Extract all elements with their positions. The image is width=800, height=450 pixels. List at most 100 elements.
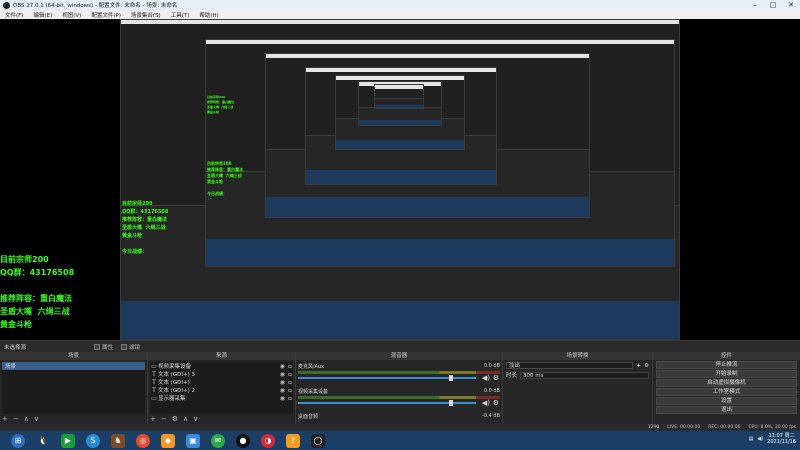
sources-toolbar: + − ⚙ ∧ ∨ <box>150 415 198 423</box>
controls-dock: 控件 停止推流 开始录制 启动虚拟摄像机 工作室模式 设置 退出 <box>653 352 800 424</box>
video-icon[interactable]: ◑ <box>261 433 275 448</box>
properties-button[interactable]: 属性 <box>94 343 113 351</box>
channel-name: 桌面音频 <box>298 414 319 420</box>
channel-db: 0.0 dB <box>483 388 500 394</box>
eye-icon[interactable]: ◉ <box>280 363 285 370</box>
status-bar: 1290 LIVE: 00:00:00 REC: 00:00:00 CPU: 8… <box>0 424 800 431</box>
source-item[interactable]: ▭ 显示器采集 ◉ ▫ <box>150 394 293 403</box>
mirror-layer <box>374 84 424 109</box>
obs-icon[interactable]: ● <box>236 433 250 448</box>
eye-icon[interactable]: ◉ <box>280 371 285 378</box>
controls-dock-title: 控件 <box>653 352 800 360</box>
scene-item[interactable]: 场景 <box>2 362 145 370</box>
help-icon[interactable]: ? <box>286 433 300 448</box>
transition-type-row: 淡出 + ⚙ <box>506 362 649 369</box>
channel-name: 麦克风/Aux <box>298 364 325 370</box>
network-icon[interactable]: ▤ <box>749 436 754 442</box>
gear-icon[interactable]: ⚙ <box>493 374 499 382</box>
remove-icon[interactable]: − <box>13 415 19 423</box>
lock-icon[interactable]: ▫ <box>288 387 292 394</box>
selected-source-label: 未选择源 <box>4 344 27 351</box>
source-item[interactable]: ▭ 视频采集设备 ◉ ▫ <box>150 362 293 371</box>
source-item[interactable]: T 文本 (GDI+) 3 ◉ ▫ <box>150 370 293 379</box>
source-toolbar: 未选择源 属性 滤镜 <box>0 340 800 352</box>
filters-button[interactable]: 滤镜 <box>121 343 140 351</box>
maximize-button[interactable]: □ <box>766 1 780 9</box>
move-down-icon[interactable]: ∨ <box>193 415 198 423</box>
menu-scene-collection[interactable]: 场景集合(S) <box>126 11 166 19</box>
messenger-icon[interactable]: ✉ <box>211 433 225 448</box>
menu-tools[interactable]: 工具(T) <box>166 11 195 19</box>
eye-icon[interactable]: ◉ <box>280 387 285 394</box>
channel-name: 视频采集设备 <box>298 389 329 395</box>
stream-info-overlay-mirror: 目前宗师200 QQ群：43176508 推荐阵容：重白魔法 圣盾大嘴 六绳三战… <box>122 201 169 255</box>
stats-icon[interactable]: ◆ <box>161 433 175 448</box>
stream-info-overlay-mirror: 目前宗师200 推荐阵容：重白魔法 圣盾大嘴 六绳三战 黄金斗枪 <box>207 95 235 114</box>
add-icon[interactable]: + <box>150 415 156 423</box>
add-icon[interactable]: + <box>636 363 641 369</box>
gear-icon[interactable]: ⚙ <box>644 363 649 369</box>
filter-icon <box>121 343 128 350</box>
app-s-icon[interactable]: S <box>86 433 100 448</box>
virtual-camera-button[interactable]: 启动虚拟摄像机 <box>656 379 797 387</box>
remote-desktop-icon[interactable]: ▣ <box>186 433 200 448</box>
menu-view[interactable]: 视图(V) <box>57 11 86 19</box>
source-item[interactable]: T 文本 (GDI+) ◉ ▫ <box>150 378 293 387</box>
channel-db: -0.4 dB <box>482 413 500 419</box>
gear-icon[interactable]: ⚙ <box>493 399 499 407</box>
mixer-channel: 桌面音频 -0.4 dB <box>298 413 500 420</box>
move-up-icon[interactable]: ∧ <box>183 415 188 423</box>
move-down-icon[interactable]: ∨ <box>34 415 39 423</box>
stop-streaming-button[interactable]: 停止推流 <box>656 361 797 369</box>
volume-fader[interactable]: ◀) ⚙ <box>298 399 500 407</box>
mixer-dock: 混音器 麦克风/Aux 0.0 dB ◀) ⚙ 视频采集设备 0.0 dB ◀) ⚙ 桌… <box>296 352 503 424</box>
menu-edit[interactable]: 编辑(E) <box>28 11 57 19</box>
add-icon[interactable]: + <box>2 415 8 423</box>
lock-icon[interactable]: ▫ <box>288 395 292 402</box>
text-source-icon: T <box>152 370 156 378</box>
clock[interactable]: 11:07 周二 2021/11/16 <box>767 433 796 445</box>
volume-icon[interactable]: ◀) <box>757 436 763 442</box>
menu-profile[interactable]: 配置文件(P) <box>86 11 126 19</box>
chrome-icon[interactable]: ◎ <box>136 433 150 448</box>
menu-help[interactable]: 帮助(H) <box>194 11 223 19</box>
lock-icon[interactable]: ▫ <box>288 379 292 386</box>
lock-icon[interactable]: ▫ <box>288 363 292 370</box>
eye-icon[interactable]: ◉ <box>280 379 285 386</box>
game-icon[interactable]: ♞ <box>111 433 125 448</box>
close-button[interactable]: ✕ <box>784 1 798 9</box>
display-source-icon: ▭ <box>151 394 157 402</box>
lock-icon[interactable]: ▫ <box>288 371 292 378</box>
sources-dock-title: 来源 <box>148 352 295 360</box>
eye-icon[interactable]: ◉ <box>280 395 285 402</box>
settings-button[interactable]: 设置 <box>656 397 797 405</box>
app-yellow-icon[interactable]: ◯ <box>311 433 325 448</box>
media-player-icon[interactable]: ▶ <box>61 433 75 448</box>
speaker-icon[interactable]: ◀) <box>482 374 490 382</box>
transitions-dock: 场景转换 淡出 + ⚙ 时长 300 ms <box>503 352 653 424</box>
speaker-icon[interactable]: ◀) <box>482 399 490 407</box>
remove-icon[interactable]: − <box>161 415 167 423</box>
source-item[interactable]: T 文本 (GDI+) 2 ◉ ▫ <box>150 386 293 395</box>
minimize-button[interactable]: – <box>748 1 762 9</box>
gear-icon <box>94 343 101 350</box>
window-title: OBS 27.0.1 (64-bit, windows) - 配置文件: 未命名… <box>13 3 178 9</box>
stream-info-overlay-mirror: 目前宗师200 推荐阵容：重白魔法 圣盾大嘴 六绳三战 黄金斗枪 今日战绩： <box>207 161 243 196</box>
studio-mode-button[interactable]: 工作室模式 <box>656 388 797 396</box>
preview-canvas[interactable]: 目前宗师200 QQ群：43176508 推荐阵容：重白魔法 圣盾大嘴 六绳三战… <box>0 19 800 340</box>
sources-dock: 来源 ▭ 视频采集设备 ◉ ▫ T 文本 (GDI+) 3 ◉ ▫ T 文本 (GDI+) ◉ ▫… <box>148 352 296 424</box>
qq-icon[interactable]: 🐧 <box>36 433 50 448</box>
settings-icon[interactable]: ⚙ <box>172 415 178 423</box>
scenes-dock: 场景 场景 + − ∧ ∨ <box>0 352 148 424</box>
window-titlebar: OBS 27.0.1 (64-bit, windows) - 配置文件: 未命名… <box>0 0 800 10</box>
menu-file[interactable]: 文件(F) <box>0 11 28 19</box>
mixer-channel: 麦克风/Aux 0.0 dB ◀) ⚙ <box>298 363 500 382</box>
transition-type-select[interactable]: 淡出 <box>506 362 634 369</box>
start-recording-button[interactable]: 开始录制 <box>656 370 797 378</box>
rec-timer: REC: 00:00:00 <box>708 425 741 430</box>
start-icon[interactable]: ⊞ <box>11 433 25 448</box>
exit-button[interactable]: 退出 <box>656 406 797 414</box>
move-up-icon[interactable]: ∧ <box>24 415 29 423</box>
duration-input[interactable]: 300 ms <box>520 371 649 379</box>
volume-fader[interactable]: ◀) ⚙ <box>298 374 500 382</box>
